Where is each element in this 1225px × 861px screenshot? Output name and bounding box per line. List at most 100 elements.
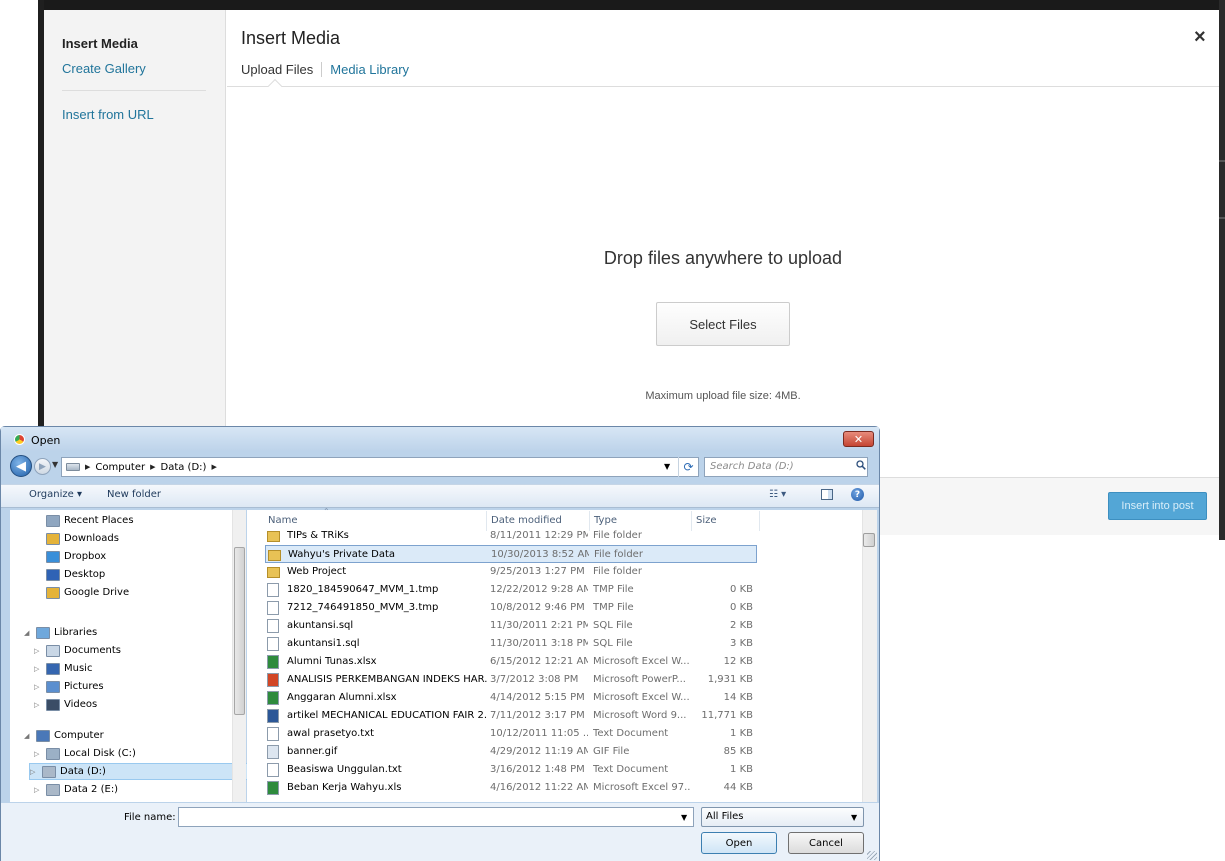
column-header-type[interactable]: Type xyxy=(594,515,617,526)
file-row[interactable]: Beban Kerja Wahyu.xls 4/16/2012 11:22 AM M… xyxy=(265,779,757,797)
file-icon xyxy=(267,637,279,651)
file-name: Anggaran Alumni.xlsx xyxy=(287,692,397,703)
file-date-modified: 6/15/2012 12:21 AM xyxy=(490,656,588,667)
expand-arrow-icon[interactable]: ▷ xyxy=(34,750,42,758)
file-row[interactable]: TIPs & TRiKs 8/11/2011 12:29 PM File folde… xyxy=(265,527,757,545)
cancel-button[interactable]: Cancel xyxy=(788,832,864,854)
expand-arrow-icon[interactable]: ▷ xyxy=(34,683,42,691)
dialog-close-button[interactable]: ✕ xyxy=(843,431,874,447)
expanded-arrow-icon[interactable]: ◢ xyxy=(24,629,32,637)
file-size: 14 KB xyxy=(723,692,753,703)
file-list-scrollbar-thumb[interactable] xyxy=(863,533,875,547)
breadcrumb-arrow-icon: ▶ xyxy=(150,463,156,471)
new-folder-button[interactable]: New folder xyxy=(107,489,161,500)
nav-item-google-drive[interactable]: Google Drive xyxy=(34,584,129,601)
nav-item-music[interactable]: ▷ Music xyxy=(34,660,92,677)
file-row[interactable]: akuntansi.sql 11/30/2011 2:21 PM SQL File 2… xyxy=(265,617,757,635)
address-dropdown-icon[interactable]: ▼ xyxy=(664,462,670,471)
file-list-scrollbar[interactable] xyxy=(862,510,877,802)
insert-from-url-link[interactable]: Insert from URL xyxy=(62,107,154,122)
address-bar[interactable]: ▶ Computer ▶ Data (D:) ▶ xyxy=(61,457,699,477)
file-name: artikel MECHANICAL EDUCATION FAIR 2... xyxy=(287,710,487,721)
preview-pane-icon[interactable] xyxy=(821,489,833,500)
file-row[interactable]: ANALISIS PERKEMBANGAN INDEKS HAR... 3/7/2… xyxy=(265,671,757,689)
nav-item-label: Computer xyxy=(54,730,104,741)
file-name-dropdown-icon[interactable]: ▼ xyxy=(681,813,687,822)
nav-item-downloads[interactable]: Downloads xyxy=(34,530,119,547)
file-type: Text Document xyxy=(593,728,669,739)
help-icon[interactable]: ? xyxy=(851,488,864,501)
expand-arrow-icon[interactable]: ▷ xyxy=(34,786,42,794)
organize-button[interactable]: Organize ▾ xyxy=(29,489,82,500)
nav-item-documents[interactable]: ▷ Documents xyxy=(34,642,121,659)
file-name-input[interactable] xyxy=(178,807,694,827)
file-row[interactable]: Anggaran Alumni.xlsx 4/14/2012 5:15 PM Mic… xyxy=(265,689,757,707)
file-type-select[interactable]: All Files xyxy=(701,807,864,827)
nav-item-label: Data (D:) xyxy=(60,766,106,777)
search-input[interactable]: Search Data (D:) xyxy=(704,457,868,477)
max-upload-size: Maximum upload file size: 4MB. xyxy=(645,390,801,402)
nav-item-recent-places[interactable]: Recent Places xyxy=(34,512,134,529)
tab-media-library[interactable]: Media Library xyxy=(322,62,409,77)
file-row[interactable]: akuntansi1.sql 11/30/2011 3:18 PM SQL File… xyxy=(265,635,757,653)
nav-item-pictures[interactable]: ▷ Pictures xyxy=(34,678,104,695)
file-row[interactable]: Alumni Tunas.xlsx 6/15/2012 12:21 AM Micro… xyxy=(265,653,757,671)
expand-arrow-icon[interactable]: ▷ xyxy=(30,768,38,776)
libraries-icon xyxy=(36,626,50,639)
nav-item-libraries[interactable]: ◢ Libraries xyxy=(24,624,97,641)
breadcrumb-computer[interactable]: Computer xyxy=(95,462,145,473)
nav-item-computer[interactable]: ◢ Computer xyxy=(24,727,104,744)
sort-indicator-icon: ⌃ xyxy=(323,507,330,516)
nav-item-label: Google Drive xyxy=(64,587,130,598)
create-gallery-link[interactable]: Create Gallery xyxy=(62,61,146,76)
nav-item-label: Pictures xyxy=(64,681,104,692)
file-row[interactable]: Beasiswa Unggulan.txt 3/16/2012 1:48 PM Te… xyxy=(265,761,757,779)
change-view-icon[interactable]: ☷ ▾ xyxy=(769,489,786,500)
file-row[interactable]: 7212_746491850_MVM_3.tmp 10/8/2012 9:46 P… xyxy=(265,599,757,617)
navigation-pane: Recent Places Downloads Dropbox Desktop Goog… xyxy=(10,510,251,802)
select-files-button[interactable]: Select Files xyxy=(656,302,790,346)
file-date-modified: 4/29/2012 11:19 AM xyxy=(490,746,588,757)
nav-item-local-disk-c[interactable]: ▷ Local Disk (C:) xyxy=(34,745,136,762)
nav-item-videos[interactable]: ▷ Videos xyxy=(34,696,97,713)
page-right-edge xyxy=(1219,0,1225,540)
file-type: Microsoft Word 9... xyxy=(593,710,687,721)
tab-upload-files[interactable]: Upload Files xyxy=(241,62,323,77)
search-icon[interactable] xyxy=(856,460,866,470)
file-row[interactable]: awal prasetyo.txt 10/12/2011 11:05 ... Tex… xyxy=(265,725,757,743)
expanded-arrow-icon[interactable]: ◢ xyxy=(24,732,32,740)
nav-item-data-d[interactable]: ▷ Data (D:) xyxy=(29,763,251,780)
resize-grip-icon[interactable] xyxy=(867,851,877,860)
navigation-scrollbar-thumb[interactable] xyxy=(234,547,245,715)
insert-into-post-button[interactable]: Insert into post xyxy=(1108,492,1207,520)
file-type-dropdown-icon[interactable]: ▼ xyxy=(851,813,857,822)
file-row[interactable]: 1820_184590647_MVM_1.tmp 12/22/2012 9:28 … xyxy=(265,581,757,599)
back-arrow-icon[interactable]: ◀ xyxy=(10,455,32,477)
open-button[interactable]: Open xyxy=(701,832,777,854)
file-type: TMP File xyxy=(593,584,634,595)
expand-arrow-icon[interactable]: ▷ xyxy=(34,647,42,655)
file-date-modified: 4/16/2012 11:22 AM xyxy=(490,782,588,793)
close-icon[interactable]: × xyxy=(1194,26,1206,49)
column-header-date-modified[interactable]: Date modified xyxy=(491,515,562,526)
file-row[interactable]: Wahyu's Private Data 10/30/2013 8:52 AM Fi… xyxy=(265,545,757,563)
nav-item-desktop[interactable]: Desktop xyxy=(34,566,105,583)
nav-item-dropbox[interactable]: Dropbox xyxy=(34,548,106,565)
refresh-icon[interactable]: ⟳ xyxy=(678,457,698,477)
file-size: 2 KB xyxy=(730,620,753,631)
downloads-folder-icon xyxy=(46,532,60,545)
nav-item-data-2-e[interactable]: ▷ Data 2 (E:) xyxy=(34,781,118,798)
column-header-name[interactable]: Name xyxy=(268,515,298,526)
videos-icon xyxy=(46,698,60,711)
file-date-modified: 9/25/2013 1:27 PM xyxy=(490,566,585,577)
file-row[interactable]: Web Project 9/25/2013 1:27 PM File folder xyxy=(265,563,757,581)
text-file-icon xyxy=(267,727,279,741)
recent-locations-dropdown-icon[interactable]: ▼ xyxy=(52,460,58,469)
breadcrumb-data-d[interactable]: Data (D:) xyxy=(161,462,207,473)
file-row[interactable]: artikel MECHANICAL EDUCATION FAIR 2... 7/… xyxy=(265,707,757,725)
expand-arrow-icon[interactable]: ▷ xyxy=(34,665,42,673)
forward-arrow-icon[interactable]: ▶ xyxy=(34,458,51,475)
file-row[interactable]: banner.gif 4/29/2012 11:19 AM GIF File 85 K… xyxy=(265,743,757,761)
column-header-size[interactable]: Size xyxy=(696,515,717,526)
expand-arrow-icon[interactable]: ▷ xyxy=(34,701,42,709)
